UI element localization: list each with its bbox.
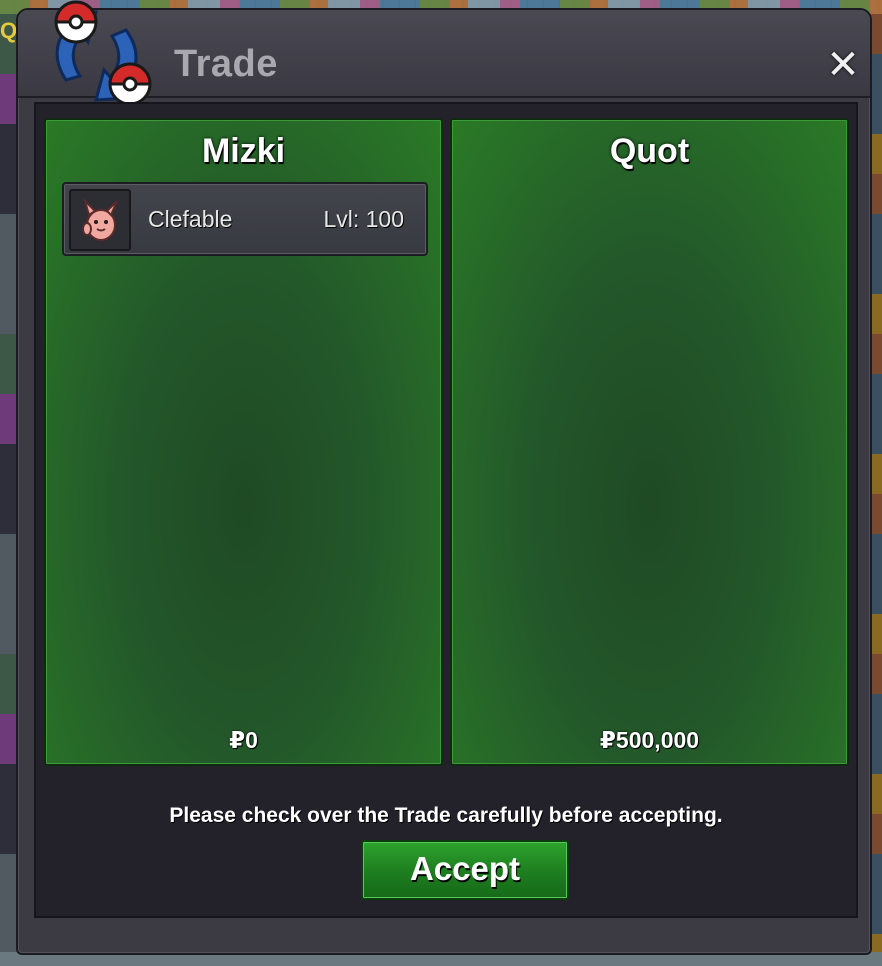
game-background-right [868,14,882,954]
right-money-amount: ₽500,000 [599,727,700,753]
item-level: Lvl: 100 [323,206,404,232]
left-player-name: Mizki [201,132,286,170]
trade-item-row[interactable]: Clefable Lvl: 100 [62,182,428,256]
window-title: Trade [174,43,278,85]
trade-notice: Please check over the Trade carefully be… [169,804,723,827]
clefable-sprite-icon [69,189,131,251]
right-offer-panel: Quot ₽500,000 [450,118,849,766]
trade-window: Trade ✕ Mizki Clefable Lvl: 100 ₽0 Quot … [18,0,870,953]
trade-content: Mizki Clefable Lvl: 100 ₽0 Quot ₽500,000… [34,102,858,918]
trade-swap-icon [54,0,152,106]
accept-button[interactable]: Accept [361,840,569,900]
close-icon[interactable]: ✕ [826,45,860,85]
game-background-bottom [0,952,882,966]
item-name: Clefable [148,206,233,232]
right-player-name: Quot [609,132,690,170]
left-offer-panel: Mizki Clefable Lvl: 100 ₽0 [44,118,443,766]
pokemon-sprite-icon [82,197,118,241]
left-money-amount: ₽0 [229,727,258,753]
